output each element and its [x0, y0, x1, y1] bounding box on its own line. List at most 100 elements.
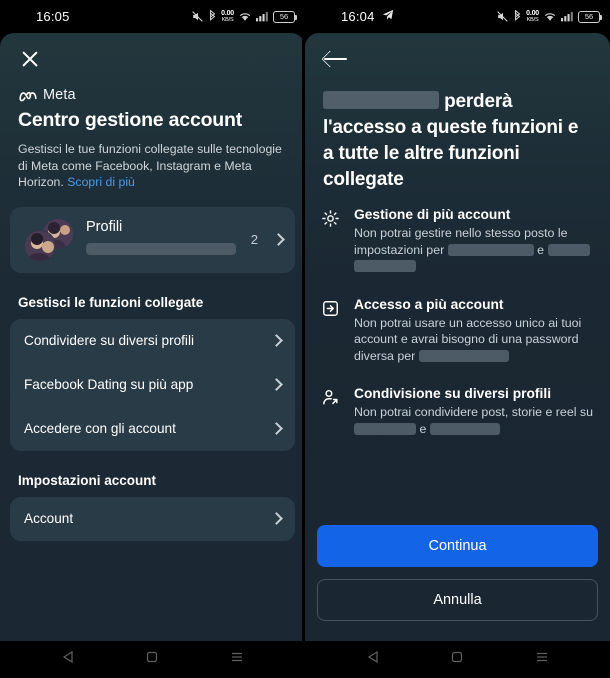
redacted-app-name: [547, 243, 590, 256]
home-square-icon[interactable]: [145, 650, 159, 669]
page-subtitle: Gestisci le tue funzioni collegate sulle…: [18, 141, 287, 191]
section-title-account-settings: Impostazioni account: [18, 472, 157, 488]
feature-loss-list: Gestione di più account Non potrai gesti…: [305, 193, 610, 437]
learn-more-link[interactable]: Scopri di più: [67, 175, 135, 189]
sidebar-item-share-across-profiles[interactable]: Condividere su diversi profili: [10, 319, 295, 363]
chevron-right-icon: [270, 512, 283, 525]
profiles-label: Profili: [86, 219, 123, 235]
feature-desc-part1: Non potrai condividere post, storie e re…: [354, 405, 593, 419]
status-icons: 0.00 KB/S 56: [496, 9, 602, 23]
feature-description: Non potrai gestire nello stesso posto le…: [354, 225, 594, 275]
linked-features-list: Condividere su diversi profili Facebook …: [10, 318, 295, 451]
mute-icon: [191, 10, 204, 23]
chevron-right-icon: [270, 422, 283, 435]
left-app-surface: Meta Centro gestione account Gestisci le…: [0, 33, 305, 641]
feature-item-text: Condivisione su diversi profili Non potr…: [354, 386, 594, 437]
bluetooth-icon: [208, 10, 217, 23]
battery-icon: 56: [578, 10, 602, 23]
bluetooth-icon: [513, 10, 522, 23]
redacted-account-name: [323, 91, 439, 109]
feature-item-text: Gestione di più account Non potrai gesti…: [354, 207, 594, 275]
mute-icon: [496, 10, 509, 23]
telegram-send-icon: [382, 9, 394, 24]
home-square-icon[interactable]: [450, 650, 464, 669]
list-item-label: Condividere su diversi profili: [24, 333, 194, 348]
status-icons: 0.00 KB/S 56: [191, 9, 297, 23]
data-rate-icon: 0.00 KB/S: [526, 9, 539, 23]
feature-description: Non potrai usare un accesso unico ai tuo…: [354, 315, 594, 365]
right-phone: 16:04 0.00 KB/S 56 perderà l'accesso a q…: [305, 0, 610, 678]
avatar: [24, 229, 56, 262]
right-top-bar: [305, 33, 610, 71]
left-phone: 16:05 0.00 KB/S 56 Meta Centro gestione …: [0, 0, 305, 678]
battery-icon: 56: [273, 10, 297, 23]
redacted-app-name: [447, 243, 534, 256]
back-triangle-icon[interactable]: [61, 650, 75, 669]
page-title: Centro gestione account: [18, 109, 243, 131]
feature-item-multi-account-login: Accesso a più account Non potrai usare u…: [321, 297, 594, 365]
list-item-label: Account: [24, 511, 74, 526]
back-triangle-icon[interactable]: [366, 650, 380, 669]
redacted-app-name: [354, 422, 416, 435]
chevron-right-icon: [270, 334, 283, 347]
sidebar-item-login-with-accounts[interactable]: Accedere con gli account: [10, 407, 295, 451]
meta-wordmark: Meta: [43, 87, 76, 103]
continue-button[interactable]: Continua: [317, 525, 598, 567]
feature-item-text: Accesso a più account Non potrai usare u…: [354, 297, 594, 365]
status-time: 16:05: [36, 9, 70, 24]
left-top-bar: Meta Centro gestione account Gestisci le…: [0, 33, 305, 191]
chevron-right-icon: [272, 233, 285, 246]
dual-phone-screenshot: 16:05 0.00 KB/S 56 Meta Centro gestione …: [0, 0, 610, 678]
feature-heading: Condivisione su diversi profili: [354, 386, 552, 401]
list-item-label: Facebook Dating su più app: [24, 377, 194, 392]
data-rate-icon: 0.00 KB/S: [221, 9, 234, 23]
warning-title: perderà l'accesso a queste funzioni e a …: [305, 89, 610, 193]
feature-heading: Accesso a più account: [354, 296, 504, 312]
sidebar-item-facebook-dating[interactable]: Facebook Dating su più app: [10, 363, 295, 407]
gear-icon: [321, 207, 343, 275]
redacted-app-name: [429, 422, 500, 435]
meta-brand: Meta: [18, 87, 287, 103]
signal-icon: [256, 11, 269, 22]
feature-description: Non potrai condividere post, storie e re…: [354, 404, 594, 437]
person-share-icon: [321, 386, 343, 437]
meta-infinity-logo-icon: [19, 91, 37, 101]
recents-lines-icon[interactable]: [535, 650, 549, 669]
feature-heading: Gestione di più account: [354, 207, 511, 222]
battery-level: 56: [279, 12, 289, 21]
right-status-bar: 16:04 0.00 KB/S 56: [305, 0, 610, 33]
phone-divider: [302, 33, 305, 641]
section-title-linked-features: Gestisci le funzioni collegate: [18, 294, 204, 310]
action-buttons: Continua Annulla: [305, 525, 610, 633]
page-subtitle-text: Gestisci le tue funzioni collegate sulle…: [18, 142, 282, 189]
redacted-app-name: [418, 349, 509, 362]
wifi-icon: [238, 11, 252, 22]
right-app-surface: perderà l'accesso a queste funzioni e a …: [305, 33, 610, 641]
cancel-button[interactable]: Annulla: [317, 579, 598, 621]
feature-item-multi-account-management: Gestione di più account Non potrai gesti…: [321, 207, 594, 275]
redacted-profile-names: [86, 243, 236, 255]
avatar-cluster: [24, 217, 74, 262]
battery-level: 56: [584, 12, 594, 21]
redacted-app-name: [354, 260, 416, 272]
profiles-card[interactable]: Profili 2: [10, 206, 295, 273]
list-item-label: Accedere con gli account: [24, 421, 176, 436]
wifi-icon: [543, 11, 557, 22]
status-time: 16:04: [341, 9, 375, 24]
feature-item-cross-profile-sharing: Condivisione su diversi profili Non potr…: [321, 386, 594, 437]
left-status-bar: 16:05 0.00 KB/S 56: [0, 0, 305, 33]
left-nav-bar: [0, 641, 305, 678]
signal-icon: [561, 11, 574, 22]
account-settings-list: Account: [10, 496, 295, 541]
profiles-card-texts: Profili: [86, 219, 239, 260]
close-icon[interactable]: [18, 47, 42, 71]
chevron-right-icon: [270, 378, 283, 391]
back-arrow-icon[interactable]: [323, 47, 349, 71]
sidebar-item-account[interactable]: Account: [10, 497, 295, 541]
feature-desc-conjunction: e: [537, 242, 545, 257]
feature-desc-conjunction: e: [419, 421, 427, 436]
recents-lines-icon[interactable]: [230, 650, 244, 669]
profiles-count: 2: [250, 232, 258, 247]
login-box-icon: [321, 297, 343, 365]
right-nav-bar: [305, 641, 610, 678]
